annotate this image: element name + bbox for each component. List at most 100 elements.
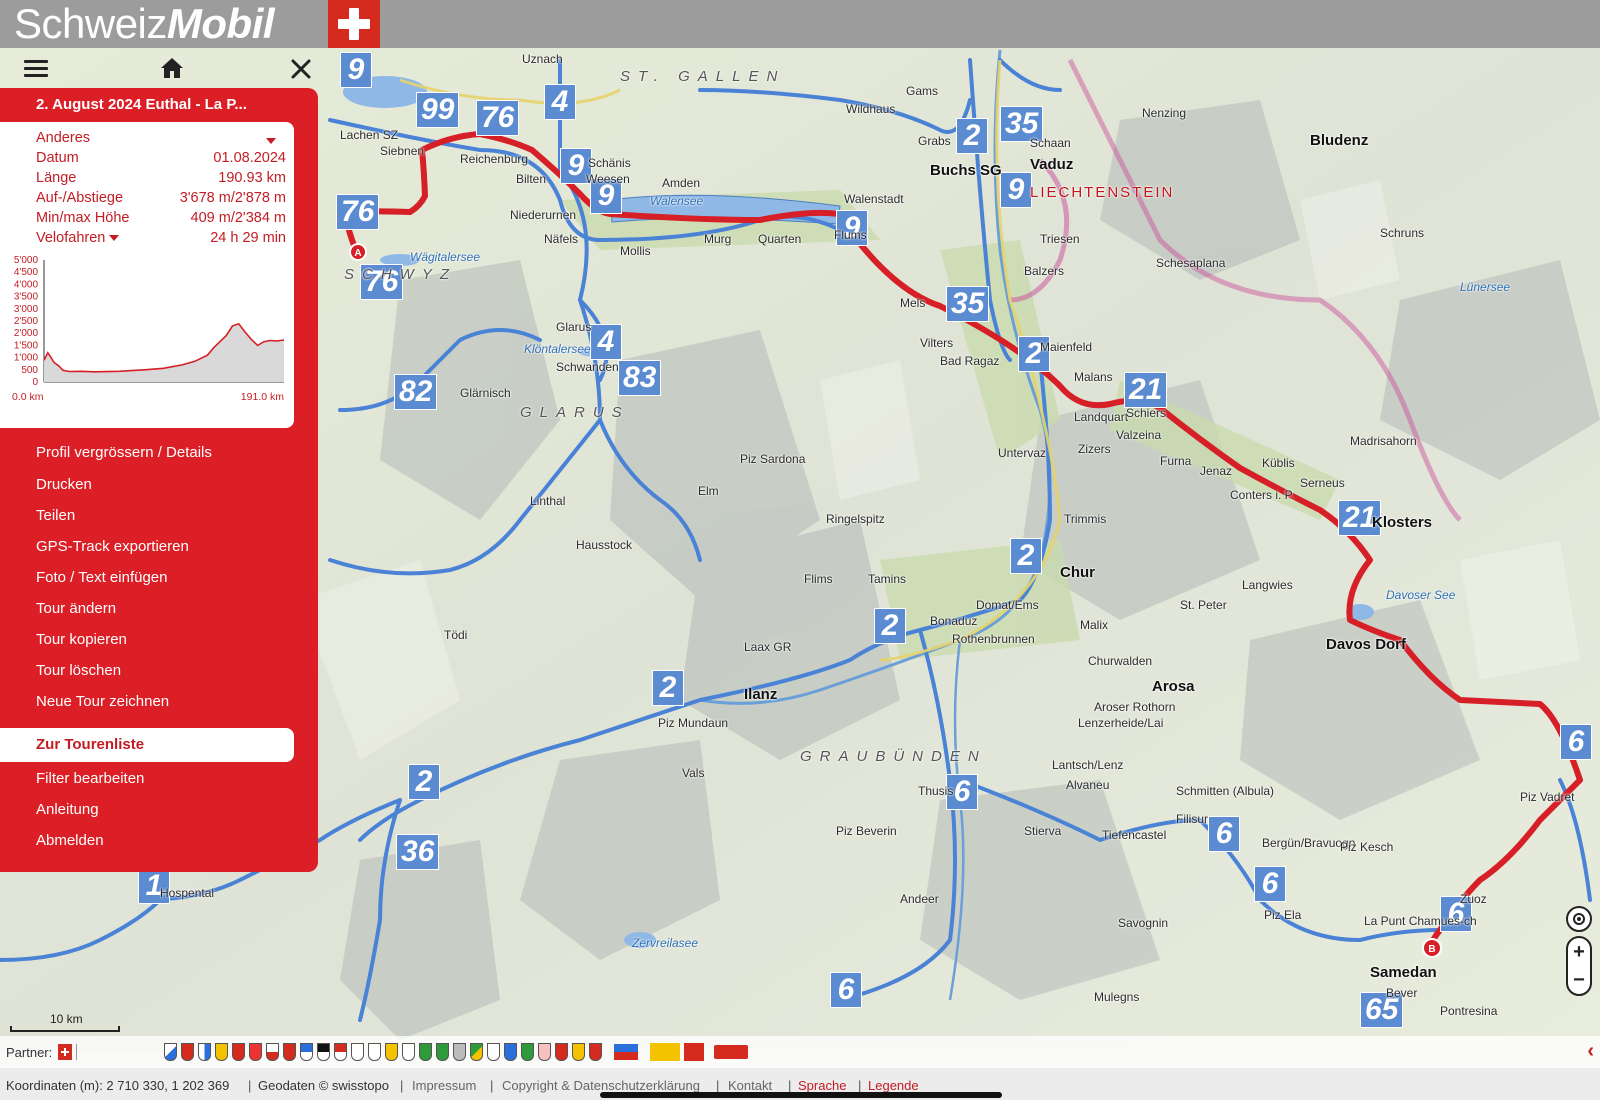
close-icon[interactable]	[290, 58, 312, 85]
menu-item-filter[interactable]: Filter bearbeiten	[36, 770, 144, 787]
kontakt-link[interactable]: Kontakt	[728, 1078, 772, 1093]
place-label: Tamins	[868, 572, 907, 586]
peak-label: Piz Beverin	[836, 824, 897, 838]
place-label: Davos Dorf	[1326, 636, 1407, 653]
canton-shield-icon[interactable]	[181, 1043, 194, 1061]
route-badge[interactable]: 6	[1254, 866, 1286, 902]
copyright-link[interactable]: Copyright & Datenschutzerklärung	[502, 1078, 700, 1093]
route-badge[interactable]: 36	[396, 834, 440, 870]
canton-shield-icon[interactable]	[232, 1043, 245, 1061]
partner-logo-icon[interactable]	[650, 1043, 680, 1061]
partner-text-logo-icon[interactable]	[76, 1044, 160, 1060]
canton-shield-icon[interactable]	[538, 1043, 551, 1061]
canton-shield-icon[interactable]	[368, 1043, 381, 1061]
menu-item-help[interactable]: Anleitung	[36, 801, 99, 818]
menu-item-gps-export[interactable]: GPS-Track exportieren	[36, 538, 189, 555]
tour-type-select[interactable]: Anderes	[36, 130, 286, 150]
chevron-left-icon[interactable]: ‹	[1587, 1040, 1594, 1063]
legend-link[interactable]: Legende	[868, 1078, 919, 1093]
language-link[interactable]: Sprache	[798, 1078, 846, 1093]
impressum-link[interactable]: Impressum	[412, 1078, 476, 1093]
brand-logo[interactable]: SchweizMobil	[14, 2, 275, 46]
route-badge[interactable]: 76	[476, 100, 520, 136]
canton-shield-icon[interactable]	[555, 1043, 568, 1061]
canton-shield-icon[interactable]	[589, 1043, 602, 1061]
region-label: ST. GALLEN	[620, 68, 786, 85]
route-badge[interactable]: 99	[416, 92, 460, 128]
menu-item-photo-text[interactable]: Foto / Text einfügen	[36, 569, 167, 586]
route-badge[interactable]: 6	[1208, 816, 1240, 852]
canton-shield-icon[interactable]	[283, 1043, 296, 1061]
route-badge[interactable]: 2	[874, 608, 906, 644]
route-badge[interactable]: 2	[408, 764, 440, 800]
home-icon[interactable]	[160, 56, 184, 85]
menu-item-edit-tour[interactable]: Tour ändern	[36, 600, 116, 617]
tour-list-button[interactable]: Zur Tourenliste	[0, 728, 294, 762]
swiss-cross-icon[interactable]	[58, 1044, 72, 1060]
place-label: Wildhaus	[846, 102, 896, 116]
route-badge[interactable]: 6	[1560, 724, 1592, 760]
canton-shield-icon[interactable]	[385, 1043, 398, 1061]
menu-item-delete-tour[interactable]: Tour löschen	[36, 662, 121, 679]
mode-select[interactable]: Velofahren	[36, 230, 120, 250]
y-tick-label: 4'500	[14, 267, 39, 278]
elevation-profile-chart[interactable]: 5'0004'5004'000 3'5003'0002'5002'0001'500…	[0, 252, 294, 412]
place-label: Rothenbrunnen	[952, 632, 1035, 646]
canton-shield-icon[interactable]	[334, 1043, 347, 1061]
canton-shield-icon[interactable]	[402, 1043, 415, 1061]
place-label: Lachen SZ	[340, 128, 399, 142]
place-label: Stierva	[1024, 824, 1062, 838]
route-badge[interactable]: 83	[618, 360, 662, 396]
route-badge[interactable]: 4	[544, 84, 576, 120]
canton-shield-icon[interactable]	[504, 1043, 517, 1061]
canton-shield-icon[interactable]	[266, 1043, 279, 1061]
route-badge[interactable]: 4	[590, 324, 622, 360]
canton-shield-icon[interactable]	[317, 1043, 330, 1061]
place-label: Bad Ragaz	[940, 354, 1000, 368]
canton-shield-icon[interactable]	[198, 1043, 211, 1061]
canton-shield-icon[interactable]	[436, 1043, 449, 1061]
zoom-out-button[interactable]: −	[1573, 969, 1585, 992]
route-badge[interactable]: 76	[336, 194, 380, 230]
place-label: Nenzing	[1142, 106, 1187, 120]
route-badge[interactable]: 21	[1124, 372, 1168, 408]
canton-shield-icon[interactable]	[419, 1043, 432, 1061]
y-tick-label: 4'000	[14, 279, 39, 290]
hamburger-icon[interactable]	[24, 58, 48, 85]
locate-icon[interactable]	[1566, 906, 1592, 932]
zoom-in-button[interactable]: +	[1573, 941, 1585, 964]
peak-label: Madrisahorn	[1350, 434, 1417, 448]
route-badge[interactable]: 2	[652, 670, 684, 706]
canton-shield-icon[interactable]	[572, 1043, 585, 1061]
geodata-credit: Geodaten © swisstopo	[258, 1078, 389, 1093]
switzerland-tourism-logo-icon[interactable]	[714, 1045, 748, 1059]
route-badge[interactable]: 9	[1000, 172, 1032, 208]
mode-value: Velofahren	[36, 230, 106, 246]
canton-shield-icon[interactable]	[521, 1043, 534, 1061]
route-badge[interactable]: 35	[946, 286, 990, 322]
route-badge[interactable]: 9	[340, 52, 372, 88]
route-badge[interactable]: 2	[1010, 538, 1042, 574]
menu-item-profile[interactable]: Profil vergrössern / Details	[36, 444, 212, 461]
canton-shield-icon[interactable]	[453, 1043, 466, 1061]
canton-shield-icon[interactable]	[249, 1043, 262, 1061]
route-badge[interactable]: 2	[956, 118, 988, 154]
canton-shield-icon[interactable]	[487, 1043, 500, 1061]
place-label: Laax GR	[744, 640, 792, 654]
canton-shield-icon[interactable]	[470, 1043, 483, 1061]
route-badge[interactable]: 6	[830, 972, 862, 1008]
canton-shield-icon[interactable]	[300, 1043, 313, 1061]
canton-shield-icon[interactable]	[164, 1043, 177, 1061]
menu-item-new-tour[interactable]: Neue Tour zeichnen	[36, 693, 169, 710]
canton-shield-icon[interactable]	[351, 1043, 364, 1061]
liechtenstein-flag-icon[interactable]	[614, 1044, 638, 1060]
menu-item-print[interactable]: Drucken	[36, 476, 92, 493]
place-label: Niederurnen	[510, 208, 577, 222]
menu-item-copy-tour[interactable]: Tour kopieren	[36, 631, 127, 648]
partner-logo-icon[interactable]	[684, 1043, 704, 1061]
menu-item-share[interactable]: Teilen	[36, 507, 75, 524]
route-badge[interactable]: 82	[394, 374, 438, 410]
menu-item-logout[interactable]: Abmelden	[36, 832, 104, 849]
place-label: Schaan	[1030, 136, 1071, 150]
canton-shield-icon[interactable]	[215, 1043, 228, 1061]
